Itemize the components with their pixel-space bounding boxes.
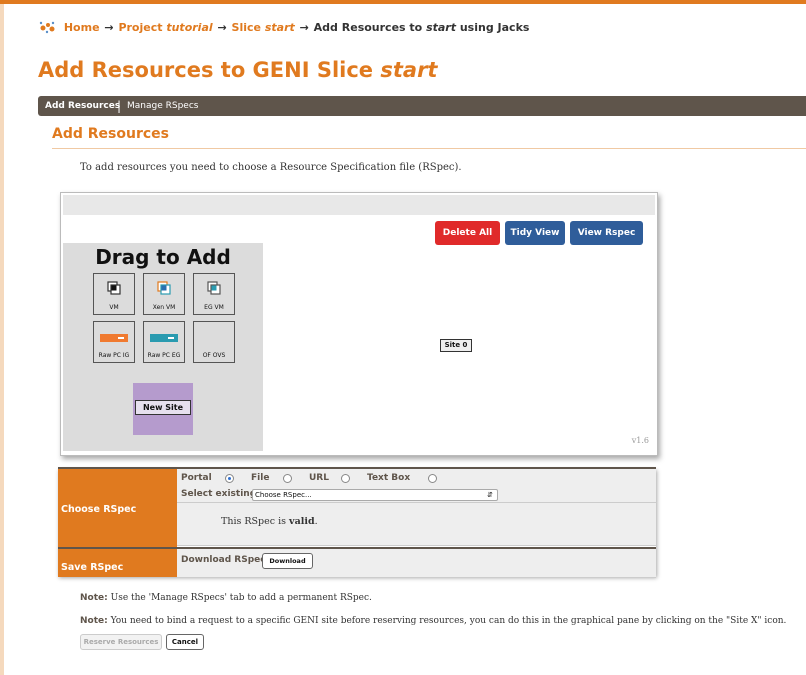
view-rspec-button[interactable]: View Rspec [570,221,643,245]
validity-row: This RSpec is valid. [177,503,656,546]
select-existing-row: Select existing: Choose RSpec... ⇵ [177,487,656,503]
vm-icon [107,281,121,295]
palette-title: Drag to Add [95,245,231,269]
palette-node-raw-pc-ig[interactable]: Raw PC IG [93,321,135,363]
palette-node-label: VM [109,304,119,311]
tab-bar: Add Resources | Manage RSpecs [38,96,806,116]
rspec-validity-text: This RSpec is valid. [221,516,318,527]
note-text: Use the 'Manage RSpecs' tab to add a per… [110,593,372,603]
breadcrumb-slice-name: start [264,21,295,34]
palette-node-vm[interactable]: VM [93,273,135,315]
source-portal-radio[interactable] [225,474,234,483]
choose-rspec-header: Choose RSpec [58,467,177,547]
breadcrumb-home-link[interactable]: Home [64,21,100,34]
page-title-prefix: Add Resources to GENI Slice [38,58,374,82]
validity-status: valid [289,516,315,527]
top-accent-bar [0,0,806,4]
section-title: Add Resources [52,126,169,142]
select-existing-label: Select existing: [181,489,260,499]
eg-vm-icon [207,281,221,295]
select-chevron-icon: ⇵ [487,491,493,499]
note-label: Note: [80,616,108,626]
breadcrumb-current-slice: start [426,21,456,34]
new-site-button[interactable]: New Site [135,400,191,415]
palette-node-of-ovs[interactable]: OF OVS [193,321,235,363]
node-palette: Drag to Add VM Xen VM EG VM Raw PC IG Ra… [63,243,263,451]
new-site-area: New Site [133,383,193,435]
breadcrumb-arrow: → [299,21,309,34]
breadcrumb-current-suffix: using Jacks [459,21,530,34]
palette-node-label: Raw PC EG [147,352,181,359]
tab-separator: | [117,99,122,113]
breadcrumb-arrow: → [217,21,227,34]
rspec-select-value: Choose RSpec... [255,491,312,499]
palette-node-raw-pc-eg[interactable]: Raw PC EG [143,321,185,363]
palette-node-label: OF OVS [202,352,226,359]
intro-text: To add resources you need to choose a Re… [80,162,462,173]
source-option-portal-label: Portal [181,473,212,483]
note-label: Note: [80,593,108,603]
breadcrumb-current-prefix: Add Resources to [313,21,423,34]
rspec-select[interactable]: Choose RSpec... ⇵ [252,489,498,501]
jacks-toolbar-strip [63,195,655,215]
note-text: You need to bind a request to a specific… [110,616,787,626]
breadcrumb-project-prefix: Project [118,21,163,34]
geni-logo-icon [39,21,55,34]
breadcrumb-project-link[interactable]: Project tutorial [118,21,212,34]
source-textbox-radio[interactable] [428,474,437,483]
note-bind-site: Note: You need to bind a request to a sp… [80,616,786,626]
delete-all-button[interactable]: Delete All [435,221,500,245]
breadcrumb-project-name: tutorial [166,21,213,34]
tidy-view-button[interactable]: Tidy View [505,221,565,245]
download-rspec-label: Download RSpec: [181,555,270,565]
validity-suffix: . [314,516,318,527]
note-manage-rspecs: Note: Use the 'Manage RSpecs' tab to add… [80,593,372,603]
left-accent-bar [0,4,4,675]
source-file-radio[interactable] [283,474,292,483]
palette-node-eg-vm[interactable]: EG VM [193,273,235,315]
rspec-source-row: Portal File URL Text Box [177,467,656,488]
source-option-textbox-label: Text Box [367,473,411,483]
reserve-resources-button[interactable]: Reserve Resources [80,634,162,650]
source-url-radio[interactable] [341,474,350,483]
save-rspec-header: Save RSpec [58,547,177,577]
save-rspec-label: Save RSpec [61,562,124,573]
download-row: Download RSpec: Download [177,547,656,578]
xen-vm-icon [157,281,171,295]
raw-pc-ig-icon [100,334,128,342]
palette-node-xen-vm[interactable]: Xen VM [143,273,185,315]
jacks-version: v1.6 [631,436,649,445]
source-option-url-label: URL [309,473,329,483]
palette-node-label: Raw PC IG [98,352,130,359]
breadcrumb-slice-prefix: Slice [231,21,261,34]
jacks-editor[interactable]: Delete All Tidy View View Rspec Drag to … [60,192,658,456]
page-title: Add Resources to GENI Slice start [38,58,437,82]
download-button[interactable]: Download [262,553,313,569]
tab-manage-rspecs[interactable]: Manage RSpecs [127,101,198,111]
source-option-file-label: File [251,473,270,483]
palette-node-label: Xen VM [152,304,176,311]
cancel-button[interactable]: Cancel [166,634,204,650]
raw-pc-eg-icon [150,334,178,342]
breadcrumb-current: Add Resources to start using Jacks [314,21,530,34]
page-title-slice: start [380,58,438,82]
breadcrumb-slice-link[interactable]: Slice start [232,21,295,34]
choose-rspec-label: Choose RSpec [61,504,137,515]
breadcrumb-arrow: → [104,21,114,34]
rspec-form: Choose RSpec Save RSpec Portal File URL … [58,467,656,578]
validity-prefix: This RSpec is [221,516,287,527]
palette-node-label: EG VM [204,304,224,311]
tab-add-resources[interactable]: Add Resources [45,101,120,111]
breadcrumb: Home → Project tutorial → Slice start → … [38,20,529,34]
site-0-node[interactable]: Site 0 [440,339,472,352]
section-divider [52,148,806,149]
